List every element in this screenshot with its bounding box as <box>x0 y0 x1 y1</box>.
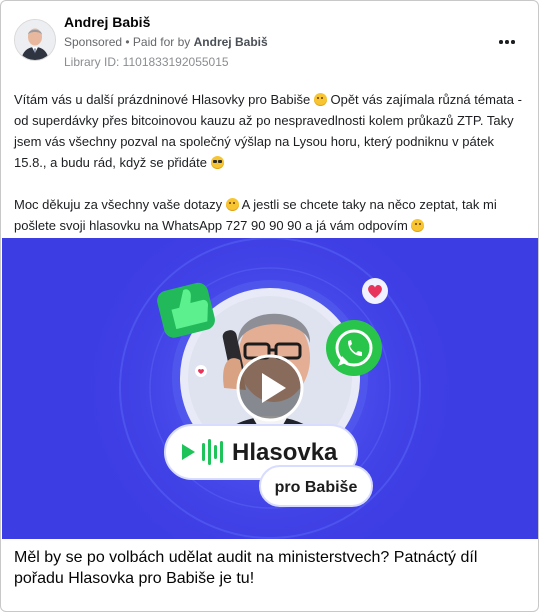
video-artwork: Hlasovka pro Babiše <box>2 238 538 539</box>
whatsapp-icon <box>326 320 382 376</box>
message-paragraph-2: Moc děkuju za všechny vaše dotazy A jest… <box>14 197 497 233</box>
smile-emoji-icon <box>225 198 239 211</box>
smile-emoji-icon <box>313 93 327 106</box>
avatar-portrait-icon <box>15 20 55 60</box>
message-paragraph-1: Vítám vás u další prázdninové Hlasovky p… <box>14 92 522 170</box>
author-name[interactable]: Andrej Babiš <box>64 14 150 30</box>
author-avatar[interactable] <box>14 19 56 61</box>
paid-for-name[interactable]: Andrej Babiš <box>194 35 268 49</box>
grin-emoji-icon <box>411 219 425 232</box>
badge-subtitle: pro Babiše <box>275 479 358 496</box>
ellipsis-horizontal-icon[interactable] <box>495 31 519 51</box>
post-message: Vítám vás u další prázdninové Hlasovky p… <box>14 89 526 236</box>
paid-for-prefix: • Paid for by <box>125 35 191 49</box>
library-id: Library ID: 1101833192055015 <box>64 55 229 69</box>
play-icon[interactable] <box>236 354 304 422</box>
ad-caption[interactable]: Měl by se po volbách udělat audit na min… <box>14 547 526 589</box>
sunglasses-emoji-icon <box>210 156 224 169</box>
sponsored-label: Sponsored <box>64 35 123 49</box>
video-thumbnail[interactable]: Hlasovka pro Babiše <box>2 238 538 539</box>
badge-title: Hlasovka <box>232 439 338 466</box>
sponsored-line: Sponsored • Paid for by Andrej Babiš <box>64 35 268 49</box>
sponsored-post-card: Andrej Babiš Sponsored • Paid for by And… <box>0 0 539 612</box>
